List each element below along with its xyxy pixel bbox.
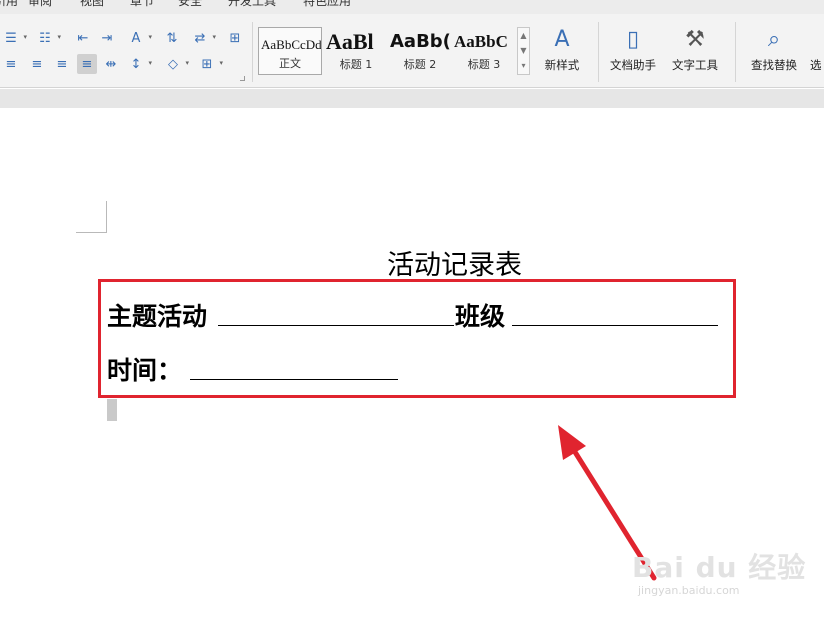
watermark-url: jingyan.baidu.com bbox=[638, 584, 740, 597]
arrow-head bbox=[558, 425, 586, 460]
watermark-logo-text: Bai du 经验 bbox=[632, 551, 807, 584]
baidu-watermark: Bai du 经验 jingyan.baidu.com bbox=[632, 528, 822, 608]
